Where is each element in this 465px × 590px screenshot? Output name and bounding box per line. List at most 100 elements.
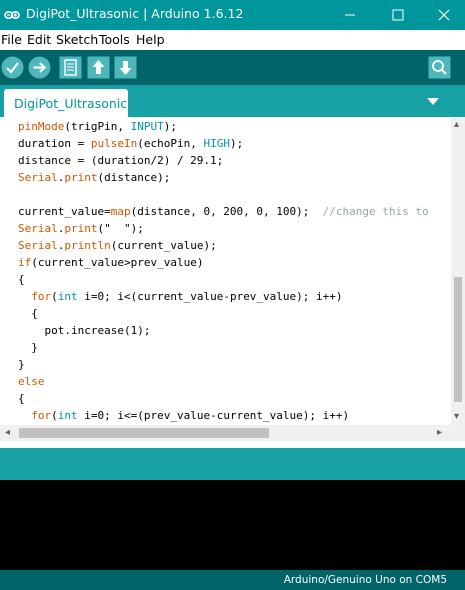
code-token: Serial [18, 239, 58, 252]
code-token: { [18, 392, 25, 405]
minimize-icon [345, 14, 355, 16]
new-sketch-button[interactable] [59, 56, 82, 79]
code-token: else [18, 375, 45, 388]
upload-icon [28, 56, 51, 79]
code-token: current_value= [18, 205, 111, 218]
menu-edit[interactable]: Edit [27, 32, 51, 47]
code-token: int [57, 409, 78, 422]
code-token: if [18, 256, 32, 269]
horizontal-scrollbar[interactable]: ◂ ▸ [0, 425, 465, 441]
title-bar: DigiPot_Ultrasonic | Arduino 1.6.12 [0, 0, 465, 30]
maximize-button[interactable] [375, 0, 421, 30]
code-line[interactable]: { [18, 390, 25, 407]
status-bar: Arduino/Genuino Uno on COM5 [0, 570, 465, 590]
code-token: duration = [18, 137, 91, 150]
close-icon [438, 9, 450, 21]
menu-tools[interactable]: Tools [99, 32, 130, 47]
code-token: Serial [18, 222, 58, 235]
code-line[interactable]: Serial.print(" "); [18, 220, 144, 237]
minimize-button[interactable] [327, 0, 373, 30]
serial-monitor-button[interactable] [428, 56, 451, 79]
vertical-scroll-thumb[interactable] [454, 277, 462, 402]
code-token: map [110, 205, 131, 218]
code-token: (current_value>prev_value) [31, 256, 204, 269]
verify-button[interactable] [1, 56, 24, 79]
code-token: for [31, 290, 52, 303]
code-token: println [64, 239, 111, 252]
code-token: print [64, 171, 98, 184]
menu-file[interactable]: File [1, 32, 22, 47]
open-icon [87, 56, 110, 79]
tab-bar: DigiPot_Ultrasonic [0, 85, 465, 117]
code-line[interactable]: for(int i=0; i<=(prev_value-current_valu… [18, 407, 349, 424]
code-line[interactable]: } [18, 339, 38, 356]
code-line[interactable]: distance = (duration/2) / 29.1; [18, 152, 223, 169]
code-token: //change this to [322, 205, 429, 218]
code-token: pulseIn [90, 137, 138, 150]
scroll-up-icon[interactable]: ▴ [454, 120, 459, 130]
code-line[interactable]: duration = pulseIn(echoPin, HIGH); [18, 135, 243, 152]
code-token: int [57, 290, 78, 303]
code-token: HIGH [203, 137, 230, 150]
tab-label: DigiPot_Ultrasonic [14, 96, 128, 111]
code-line[interactable]: Serial.println(current_value); [18, 237, 217, 254]
scroll-left-icon[interactable]: ◂ [5, 428, 10, 438]
message-area [0, 448, 465, 480]
code-token: (current_value); [110, 239, 217, 252]
tab-menu-dropdown-icon[interactable] [424, 92, 442, 110]
save-icon [114, 56, 137, 79]
close-button[interactable] [421, 0, 465, 30]
vertical-scrollbar[interactable]: ▴ ▾ [451, 117, 465, 425]
scroll-down-icon[interactable]: ▾ [454, 412, 459, 422]
code-line[interactable]: } [18, 356, 25, 373]
new-icon [59, 56, 82, 79]
console-output[interactable] [0, 480, 465, 570]
code-token: { [18, 273, 25, 286]
serial-monitor-icon [428, 56, 451, 79]
code-token: { [18, 307, 38, 320]
code-token: } [18, 341, 38, 354]
code-line[interactable]: current_value=map(distance, 0, 200, 0, 1… [18, 203, 429, 220]
code-line[interactable]: else [18, 373, 45, 390]
save-button[interactable] [114, 56, 137, 79]
menu-bar: File Edit Sketch Tools Help [0, 30, 465, 50]
code-line[interactable]: { [18, 305, 38, 322]
code-line[interactable]: { [18, 271, 25, 288]
code-token: INPUT [130, 120, 164, 133]
code-line[interactable]: for(int i=0; i<(current_value-prev_value… [18, 288, 343, 305]
horizontal-scroll-thumb[interactable] [19, 428, 269, 438]
window-title: DigiPot_Ultrasonic | Arduino 1.6.12 [26, 6, 244, 21]
code-token: ); [163, 120, 177, 133]
code-line[interactable]: Serial.print(distance); [18, 169, 170, 186]
code-token: pot.increase(1); [18, 324, 151, 337]
menu-sketch[interactable]: Sketch [56, 32, 98, 47]
code-token: (distance); [97, 171, 171, 184]
code-editor[interactable]: pinMode(trigPin, INPUT); duration = pulse… [0, 117, 451, 425]
upload-button[interactable] [28, 56, 51, 79]
tab-sketch[interactable]: DigiPot_Ultrasonic [4, 89, 128, 117]
code-line[interactable]: pot.increase(1); [18, 322, 150, 339]
code-token: i=0; i<=(prev_value-current_value); i++) [77, 409, 350, 422]
code-token: ); [229, 137, 244, 150]
code-token: } [18, 358, 25, 371]
code-line[interactable]: pinMode(trigPin, INPUT); [18, 118, 177, 135]
panel-divider[interactable] [0, 441, 465, 448]
code-token: (distance, 0, 200, 0, 100); [130, 205, 323, 218]
arduino-logo-icon [4, 11, 20, 20]
verify-icon [1, 56, 24, 79]
code-line[interactable]: if(current_value>prev_value) [18, 254, 203, 271]
code-token: distance = (duration/2) / 29.1; [18, 154, 224, 167]
board-port-status: Arduino/Genuino Uno on COM5 [283, 574, 447, 586]
code-token: print [64, 222, 98, 235]
open-button[interactable] [87, 56, 110, 79]
code-token: i=0; i<(current_value-prev_value); i++) [77, 290, 343, 303]
scroll-right-icon[interactable]: ▸ [437, 428, 442, 438]
menu-help[interactable]: Help [136, 32, 165, 47]
code-token: ( [51, 290, 58, 303]
code-token: for [31, 409, 52, 422]
code-token: (" "); [97, 222, 144, 235]
maximize-icon [392, 9, 404, 21]
toolbar [0, 50, 465, 85]
